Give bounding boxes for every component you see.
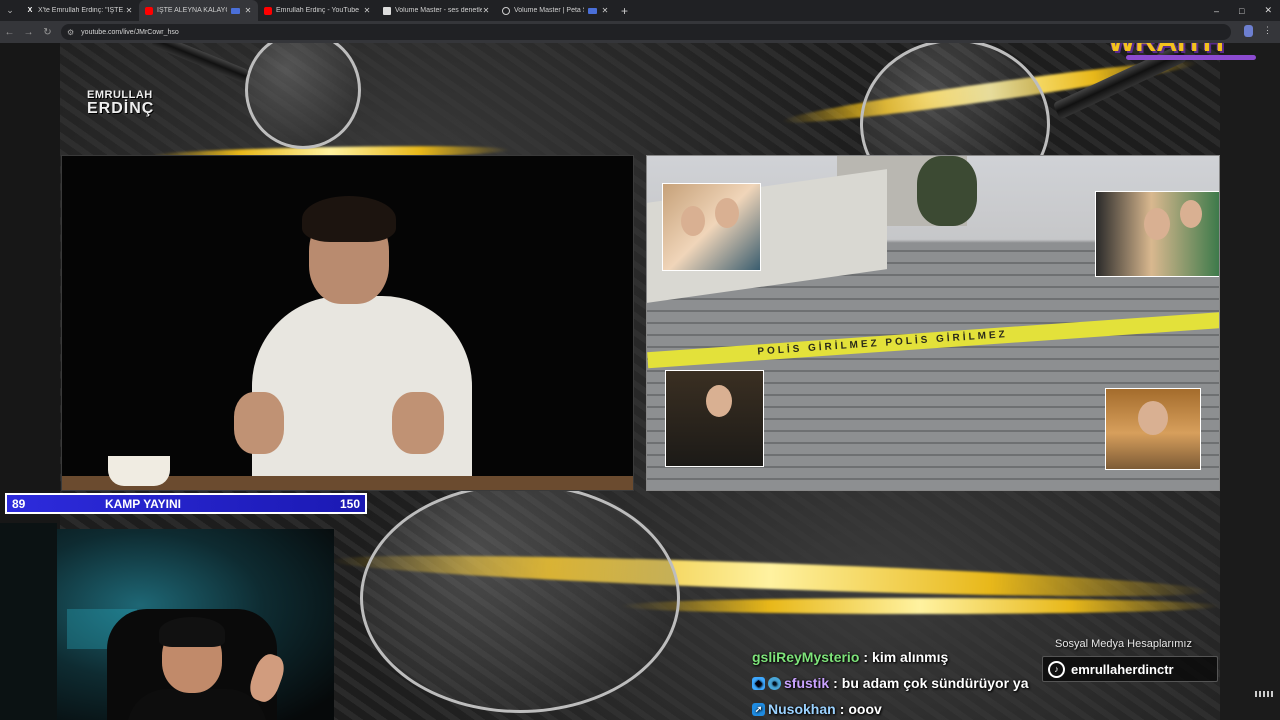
window-controls: – □ ✕	[1214, 0, 1272, 21]
x-icon: X	[27, 7, 33, 14]
tab-active-stream[interactable]: İŞTE ALEYNA KALAYCIOĞLU ✕	[139, 0, 258, 21]
tea-cup	[108, 456, 170, 486]
tab-title: X'te Emrullah Erdinç: "İŞTE ALEYNA	[38, 7, 125, 14]
site-info-icon[interactable]: ⚙	[67, 28, 74, 37]
inset-photo-man	[665, 370, 764, 467]
reload-icon[interactable]: ↻	[38, 27, 57, 38]
menu-dots-icon[interactable]: ⋮	[1263, 25, 1272, 37]
url-text: youtube.com/live/JMrCowr_hso	[81, 28, 179, 36]
social-handle-box: ♪ emrullaherdinctr	[1042, 656, 1218, 682]
gold-streak	[620, 598, 1220, 614]
chat-separator: :	[833, 675, 838, 691]
logo-line-2: ERDİNÇ	[87, 100, 155, 117]
arrow-badge-icon: ➚	[752, 702, 765, 716]
extension-icon[interactable]	[1244, 25, 1253, 37]
chat-message: ➚ Nusokhan : ooov	[752, 696, 1042, 720]
youtube-icon	[145, 6, 153, 15]
url-field[interactable]: ⚙ youtube.com/live/JMrCowr_hso	[61, 24, 1231, 40]
tab-youtube-channel[interactable]: Emrullah Erdinç - YouTube ✕	[258, 0, 377, 21]
wraith-underline	[1126, 55, 1256, 60]
browser-tab-strip: ⌄ X X'te Emrullah Erdinç: "İŞTE ALEYNA ✕…	[0, 0, 1280, 21]
chat-username: sfustik	[784, 675, 830, 691]
presenter-video	[61, 155, 634, 491]
audio-badge-icon	[231, 7, 240, 14]
presenter-hand	[392, 392, 444, 454]
doc-icon	[383, 6, 391, 15]
magnifier-icon	[360, 483, 680, 713]
chat-overlay: gsliReyMysterio : kim alınmış ◆ ● sfusti…	[752, 644, 1042, 720]
maximize-button[interactable]: □	[1239, 6, 1244, 16]
tree	[917, 156, 977, 226]
inset-photo-group	[1095, 191, 1219, 277]
prime-icon: ◆	[752, 676, 765, 690]
stream-video[interactable]: EMRULLAH ERDİNÇ WRAITH POLİS GİRİLMEZ PO…	[0, 43, 1280, 720]
letterbox-right	[1220, 43, 1280, 720]
inset-photo-man-bearded	[1105, 388, 1201, 470]
chat-text: bu adam çok sündürüyor ya	[841, 675, 1029, 691]
tab-volume-master-peta[interactable]: Volume Master | Peta Sittek ✕	[496, 0, 615, 21]
tiktok-icon: ♪	[1048, 660, 1065, 678]
streamer-body	[127, 689, 267, 720]
camp-stream-bar: 89 KAMP YAYINI 150	[5, 493, 367, 514]
crime-scene-image: POLİS GİRİLMEZ POLİS GİRİLMEZ	[646, 155, 1220, 491]
tab-search-icon[interactable]: ⌄	[0, 0, 20, 21]
chat-username: Nusokhan	[768, 701, 836, 717]
player-watermark-icon	[1255, 691, 1273, 697]
channel-logo: EMRULLAH ERDİNÇ	[87, 89, 155, 117]
presenter-hair	[302, 196, 396, 242]
chat-text: ooov	[848, 701, 882, 717]
audio-badge-icon	[588, 7, 597, 14]
new-tab-button[interactable]: +	[621, 4, 628, 18]
social-label: Sosyal Medya Hesaplarımız	[1055, 638, 1192, 650]
tab-x-post[interactable]: X X'te Emrullah Erdinç: "İŞTE ALEYNA ✕	[20, 0, 139, 21]
forward-arrow-icon[interactable]: →	[19, 27, 38, 38]
social-handle: emrullaherdinctr	[1071, 661, 1174, 677]
tab-title: Volume Master - ses denetleyicisi	[395, 7, 482, 14]
streamer-webcam	[57, 529, 334, 720]
presenter-shirt	[252, 296, 472, 490]
minimize-button[interactable]: –	[1214, 6, 1219, 16]
loading-icon	[502, 6, 510, 15]
streamer-hair	[159, 617, 225, 647]
sub-icon: ●	[768, 676, 781, 690]
chat-message: ◆ ● sfustik : bu adam çok sündürüyor ya	[752, 670, 1042, 696]
chat-username: gsliReyMysterio	[752, 649, 860, 665]
tab-close-icon[interactable]: ✕	[601, 6, 609, 15]
police-tape: POLİS GİRİLMEZ POLİS GİRİLMEZ	[647, 311, 1219, 369]
chat-text: kim alınmış	[872, 649, 949, 665]
inset-photo-two-women	[662, 183, 761, 271]
tab-title: Emrullah Erdinç - YouTube	[276, 7, 360, 14]
camp-right-value: 150	[339, 496, 360, 511]
address-bar-row: ← → ↻ ⚙ youtube.com/live/JMrCowr_hso	[0, 21, 1280, 43]
chat-separator: :	[839, 701, 845, 717]
chat-message: gsliReyMysterio : kim alınmış	[752, 644, 1042, 670]
presenter-hand	[234, 392, 284, 454]
extensions-area: ⋮	[1244, 25, 1272, 37]
tab-close-icon[interactable]: ✕	[363, 6, 371, 15]
tab-close-icon[interactable]: ✕	[482, 6, 490, 15]
youtube-icon	[264, 6, 272, 15]
tab-close-icon[interactable]: ✕	[244, 6, 252, 15]
back-arrow-icon[interactable]: ←	[0, 27, 19, 38]
tab-close-icon[interactable]: ✕	[125, 6, 133, 15]
close-window-button[interactable]: ✕	[1264, 5, 1272, 16]
chat-separator: :	[863, 649, 869, 665]
webcam-side	[0, 523, 57, 720]
tab-title: Volume Master | Peta Sittek	[514, 7, 584, 14]
camp-title: KAMP YAYINI	[104, 496, 182, 511]
tab-title: İŞTE ALEYNA KALAYCIOĞLU	[157, 7, 227, 14]
tab-volume-master[interactable]: Volume Master - ses denetleyicisi ✕	[377, 0, 496, 21]
